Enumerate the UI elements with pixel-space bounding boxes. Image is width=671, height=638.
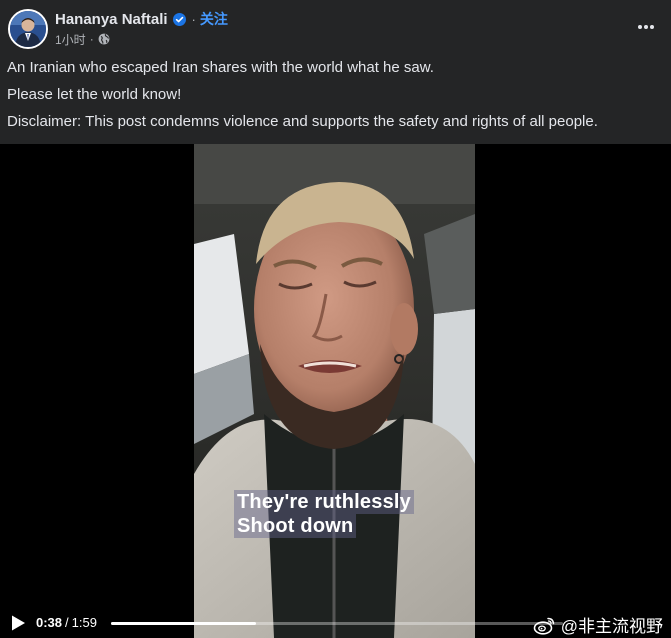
post-paragraph: Please let the world know! — [7, 86, 182, 103]
time-separator: / — [65, 615, 69, 630]
watermark: @非主流视野 — [533, 612, 663, 637]
more-horizontal-icon — [638, 25, 654, 29]
author-name[interactable]: Hananya Naftali — [55, 11, 168, 28]
follow-button[interactable]: 关注 — [200, 9, 228, 29]
dot-separator: · — [191, 11, 196, 27]
caption-line: Shoot down — [234, 514, 357, 538]
play-button[interactable] — [8, 613, 28, 633]
video-player[interactable]: They're ruthlessly Shoot down 0:38/1:59 — [0, 144, 671, 638]
more-options-button[interactable] — [635, 16, 657, 38]
time-readout: 0:38/1:59 — [36, 615, 97, 630]
post-paragraph: An Iranian who escaped Iran shares with … — [7, 59, 434, 76]
weibo-icon — [533, 617, 554, 635]
watermark-text: @非主流视野 — [560, 617, 663, 636]
post-message: An Iranian who escaped Iran shares with … — [7, 58, 667, 139]
post-header: Hananya Naftali · 关注 1小时 · — [0, 0, 671, 54]
caption-line: They're ruthlessly — [234, 490, 414, 514]
author-line: Hananya Naftali · 关注 — [55, 10, 228, 28]
dot-separator: · — [89, 32, 94, 46]
progress-bar[interactable] — [111, 622, 563, 625]
author-avatar[interactable] — [8, 9, 48, 49]
post-paragraph: Disclaimer: This post condemns violence … — [7, 113, 598, 130]
video-caption: They're ruthlessly Shoot down — [234, 490, 414, 538]
video-frame[interactable] — [194, 144, 475, 638]
video-still-image — [194, 144, 475, 638]
post-timestamp[interactable]: 1小时 — [55, 31, 86, 48]
progress-fill — [111, 622, 256, 625]
duration: 1:59 — [71, 615, 97, 630]
globe-icon[interactable] — [98, 33, 110, 45]
verified-badge-icon — [172, 12, 186, 26]
avatar-image — [10, 11, 46, 47]
post-meta: 1小时 · — [55, 31, 110, 47]
video-controls: 0:38/1:59 @非主流视野 — [0, 610, 671, 638]
facebook-post: Hananya Naftali · 关注 1小时 · An Iranian wh… — [0, 0, 671, 638]
current-time: 0:38 — [36, 615, 63, 630]
play-icon — [12, 615, 25, 631]
